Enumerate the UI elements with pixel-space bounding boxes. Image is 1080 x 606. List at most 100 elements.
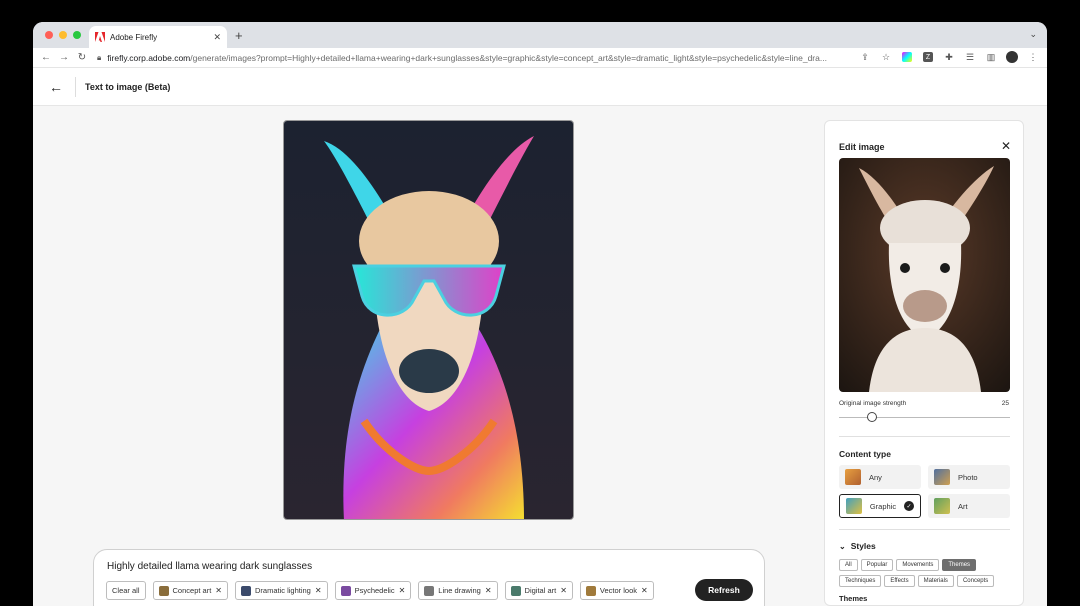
- strength-slider-track[interactable]: [839, 417, 1010, 418]
- generated-image[interactable]: [283, 120, 574, 520]
- content-type-art[interactable]: Art: [928, 494, 1010, 518]
- remove-chip-icon[interactable]: ✕: [641, 586, 648, 595]
- strength-value: 25: [1001, 400, 1009, 407]
- chip-label: Digital art: [524, 586, 557, 595]
- tab-strip: Adobe Firefly ✕ + ⌄: [33, 22, 1047, 48]
- chip-line-drawing[interactable]: Line drawing ✕: [418, 581, 498, 600]
- chip-label: Psychedelic: [354, 586, 395, 595]
- browser-toolbar: ← → ↻ 🔒︎ firefly.corp.adobe.com /generat…: [33, 48, 1047, 68]
- lock-icon: 🔒︎: [97, 53, 102, 62]
- content-type-photo[interactable]: Photo: [928, 465, 1010, 489]
- color-extension-icon[interactable]: [901, 51, 913, 63]
- close-tab-icon[interactable]: ✕: [213, 32, 221, 43]
- remove-chip-icon[interactable]: ✕: [485, 586, 492, 595]
- clear-all-label: Clear all: [112, 586, 140, 595]
- photo-thumbnail: [934, 469, 950, 485]
- browser-window: Adobe Firefly ✕ + ⌄ ← → ↻ 🔒︎ firefly.cor…: [33, 22, 1047, 606]
- reading-list-icon[interactable]: ☰: [964, 51, 976, 63]
- styles-title: Styles: [850, 541, 876, 551]
- style-filter-concepts[interactable]: Concepts: [956, 575, 995, 587]
- profile-avatar[interactable]: [1006, 51, 1018, 63]
- header-divider: [75, 77, 76, 97]
- art-thumbnail: [934, 498, 950, 514]
- style-filter-effects[interactable]: Effects: [884, 575, 915, 587]
- maximize-window-button[interactable]: [73, 31, 81, 39]
- window-controls: [45, 31, 81, 39]
- style-filter-all[interactable]: All: [839, 559, 858, 571]
- sidebar-icon[interactable]: ▥: [985, 51, 997, 63]
- style-chips: Clear all Concept art ✕ Dramatic lighting…: [106, 581, 654, 600]
- style-filter-movements[interactable]: Movements: [896, 559, 940, 571]
- minimize-window-button[interactable]: [59, 31, 67, 39]
- chip-label: Vector look: [599, 586, 638, 595]
- graphic-thumbnail: [846, 498, 862, 514]
- chip-thumbnail: [424, 585, 435, 596]
- reload-button[interactable]: ↻: [73, 52, 91, 63]
- clear-all-button[interactable]: Clear all: [106, 581, 146, 600]
- app-header: ← Text to image (Beta): [33, 69, 1047, 106]
- panel-title: Edit image: [839, 142, 885, 152]
- any-thumbnail: [845, 469, 861, 485]
- style-filter-popular[interactable]: Popular: [860, 559, 894, 571]
- checkmark-icon: ✓: [904, 501, 914, 511]
- z-extension-icon[interactable]: Z: [922, 51, 934, 63]
- content-type-label: Photo: [958, 472, 978, 482]
- style-filter-techniques[interactable]: Techniques: [839, 575, 882, 587]
- share-icon[interactable]: ⇪: [859, 51, 871, 63]
- chip-vector-look[interactable]: Vector look ✕: [579, 581, 654, 600]
- strength-slider-handle[interactable]: [867, 412, 877, 422]
- style-filter-materials[interactable]: Materials: [917, 575, 954, 587]
- content-type-label: Any: [869, 472, 882, 482]
- url-path: /generate/images?prompt=Highly+detailed+…: [190, 53, 827, 63]
- chip-label: Dramatic lighting: [255, 586, 311, 595]
- address-bar[interactable]: 🔒︎ firefly.corp.adobe.com /generate/imag…: [97, 49, 877, 67]
- puzzle-extensions-icon[interactable]: ✚: [943, 51, 955, 63]
- tab-search-icon[interactable]: ⌄: [1029, 29, 1037, 40]
- style-filter-themes[interactable]: Themes: [942, 559, 977, 571]
- main-area: Highly detailed llama wearing dark sungl…: [33, 106, 1047, 606]
- chip-thumbnail: [585, 585, 596, 596]
- content-type-graphic[interactable]: Graphic ✓: [839, 494, 921, 518]
- chip-thumbnail: [510, 585, 521, 596]
- new-tab-button[interactable]: +: [235, 28, 243, 43]
- chip-dramatic-lighting[interactable]: Dramatic lighting ✕: [235, 581, 328, 600]
- chip-psychedelic[interactable]: Psychedelic ✕: [334, 581, 412, 600]
- remove-chip-icon[interactable]: ✕: [399, 586, 406, 595]
- strength-label: Original image strength: [839, 400, 907, 407]
- themes-title: Themes: [839, 594, 868, 603]
- adobe-logo-icon: [95, 32, 105, 42]
- toolbar-icons: ⇪ ☆ Z ✚ ☰ ▥ ⋮: [859, 51, 1039, 63]
- remove-chip-icon[interactable]: ✕: [215, 586, 222, 595]
- chip-concept-art[interactable]: Concept art ✕: [152, 581, 228, 600]
- chip-thumbnail: [158, 585, 169, 596]
- bookmark-star-icon[interactable]: ☆: [880, 51, 892, 63]
- panel-divider: [839, 436, 1010, 437]
- chip-thumbnail: [340, 585, 351, 596]
- styles-filter-row-2: Techniques Effects Materials Concepts: [839, 575, 995, 587]
- close-window-button[interactable]: [45, 31, 53, 39]
- content-type-label: Graphic: [869, 501, 897, 511]
- close-panel-icon[interactable]: ✕: [1001, 139, 1011, 153]
- edit-image-panel: Edit image ✕ Original image strength 25 …: [824, 120, 1024, 606]
- browser-tab[interactable]: Adobe Firefly ✕: [89, 26, 227, 48]
- back-button[interactable]: ←: [37, 52, 55, 63]
- styles-filter-row-1: All Popular Movements Themes: [839, 559, 977, 571]
- chevron-down-icon: ⌄: [839, 541, 846, 551]
- prompt-input[interactable]: Highly detailed llama wearing dark sungl…: [107, 561, 312, 572]
- content-type-any[interactable]: Any: [839, 465, 921, 489]
- back-arrow-icon[interactable]: ←: [49, 79, 63, 95]
- forward-button[interactable]: →: [55, 52, 73, 63]
- reference-image: [839, 158, 1010, 392]
- url-host: firefly.corp.adobe.com: [107, 53, 191, 63]
- remove-chip-icon[interactable]: ✕: [560, 586, 567, 595]
- chip-label: Line drawing: [438, 586, 481, 595]
- more-menu-icon[interactable]: ⋮: [1027, 51, 1039, 63]
- refresh-button[interactable]: Refresh: [695, 579, 753, 601]
- styles-section-toggle[interactable]: ⌄ Styles: [839, 541, 876, 551]
- prompt-bar: Highly detailed llama wearing dark sungl…: [93, 549, 765, 606]
- tab-title: Adobe Firefly: [110, 32, 158, 42]
- remove-chip-icon[interactable]: ✕: [315, 586, 322, 595]
- content-type-label: Art: [958, 501, 968, 511]
- chip-digital-art[interactable]: Digital art ✕: [504, 581, 573, 600]
- chip-label: Concept art: [172, 586, 212, 595]
